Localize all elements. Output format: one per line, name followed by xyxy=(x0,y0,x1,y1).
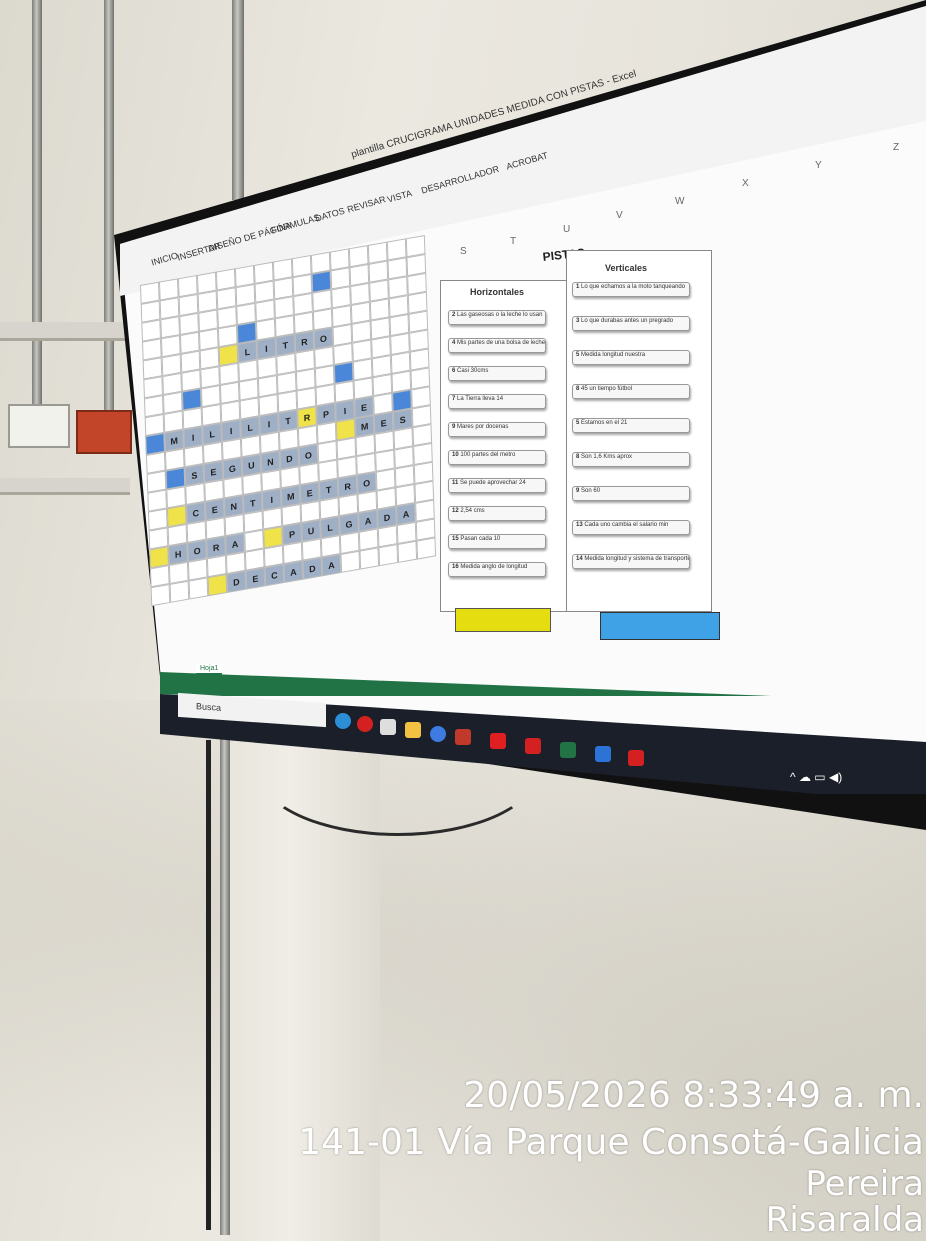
clue-text: Medida anglo de longitud xyxy=(460,564,528,570)
file-explorer-icon[interactable] xyxy=(405,722,421,738)
column-header[interactable]: T xyxy=(510,236,516,247)
column-header[interactable]: X xyxy=(742,178,749,189)
metal-shelf xyxy=(0,478,130,495)
grid-cell[interactable] xyxy=(207,573,228,597)
conduit-pipe xyxy=(220,735,230,1235)
grid-cell[interactable] xyxy=(188,577,209,600)
grid-cell[interactable]: E xyxy=(245,567,266,590)
grid-cell[interactable] xyxy=(169,580,190,603)
metal-shelf xyxy=(0,322,130,341)
horizontal-clue: 7 La Tierra lleva 14 xyxy=(448,394,546,409)
timestamp-text: 20/05/2026 8:33:49 a. m. xyxy=(463,1075,924,1116)
horizontal-clue: 9 Mares por docenas xyxy=(448,422,546,437)
horizontal-clue: 10 100 partes del metro xyxy=(448,450,546,465)
column-header[interactable]: Y xyxy=(815,160,822,171)
clue-text: Cada uno cambia el salario min xyxy=(584,522,669,528)
column-header[interactable]: W xyxy=(675,196,684,207)
chrome-icon[interactable] xyxy=(430,726,446,742)
vertical-clue: 5 Medida longitud nuestra xyxy=(572,350,690,365)
vertical-clue: 14 Medida longitud y sistema de transpor… xyxy=(572,554,690,569)
vertical-clue: 9 Son 60 xyxy=(572,486,690,501)
photos-icon[interactable] xyxy=(595,746,611,762)
sheet-tab-hoja1[interactable]: Hoja1 xyxy=(196,664,223,675)
clue-text: La Tierra lleva 14 xyxy=(457,396,504,402)
electrical-box xyxy=(8,404,70,448)
grid-cell[interactable]: C xyxy=(264,564,285,587)
acrobat-icon[interactable] xyxy=(525,738,541,754)
calculator-icon[interactable] xyxy=(380,719,396,735)
clue-number: 11 xyxy=(452,480,461,486)
horizontales-title: Horizontales xyxy=(470,287,525,297)
clue-text: Lo que echamos a la moto tanqueando xyxy=(581,284,686,290)
grid-cell[interactable] xyxy=(340,550,361,573)
horizontal-clue: 15 Pasan cada 10 xyxy=(448,534,546,549)
acrobat-icon[interactable] xyxy=(628,750,644,766)
conduit-pipe xyxy=(104,0,114,410)
horizontal-clue: 4 Mis partes de una bolsa de leche xyxy=(448,338,546,353)
app-icon[interactable] xyxy=(455,729,471,745)
vertical-clue: 8 Son 1,6 Kms aprox xyxy=(572,452,690,467)
red-electrical-box xyxy=(76,410,132,454)
column-header[interactable]: Z xyxy=(893,142,899,153)
clue-text: Mares por docenas xyxy=(457,424,509,430)
city-text: Pereira xyxy=(805,1164,924,1204)
crossword-grid: LITROMILILITRPIEMESSEGUNDOCENTIMETROHORA… xyxy=(140,232,452,643)
horizontal-clue: 11 Se puede aprovechar 24 xyxy=(448,478,546,493)
clue-text: Se puede aprovechar 24 xyxy=(460,480,526,486)
vertical-clue: 8 45 un tiempo fútbol xyxy=(572,384,690,399)
horizontal-clue: 12 2,54 cms xyxy=(448,506,546,521)
system-tray[interactable]: ^ ☁ ▭ ◀) xyxy=(790,770,842,784)
grid-cell[interactable]: A xyxy=(321,554,342,577)
region-text: Risaralda xyxy=(765,1200,924,1240)
clue-text: Lo que durabas antes un pregrado xyxy=(581,318,674,324)
black-cable xyxy=(206,740,211,1230)
yellow-answer-box xyxy=(455,608,551,632)
clue-text: Son 1,6 Kms aprox xyxy=(581,454,633,460)
horizontal-clue: 6 Casi 30cms xyxy=(448,366,546,381)
clue-text: Son 60 xyxy=(581,488,601,494)
horizontal-clue: 16 Medida anglo de longitud xyxy=(448,562,546,577)
vertical-clue: 13 Cada uno cambia el salario min xyxy=(572,520,690,535)
clue-text: Pasan cada 10 xyxy=(460,536,501,542)
conduit-pipe xyxy=(232,0,244,200)
excel-icon[interactable] xyxy=(560,742,576,758)
edge-icon[interactable] xyxy=(335,713,351,729)
vertical-clue: 3 Lo que durabas antes un pregrado xyxy=(572,316,690,331)
grid-cell[interactable] xyxy=(378,544,399,567)
grid-cell[interactable]: D xyxy=(302,557,323,580)
opera-icon[interactable] xyxy=(357,716,373,732)
youtube-icon[interactable] xyxy=(490,733,506,749)
clue-text: Medida longitud y sistema de transporte xyxy=(584,556,690,562)
clue-text: Las gaseosas o la leche lo usan xyxy=(457,312,543,318)
grid-cell[interactable]: D xyxy=(226,570,247,593)
column-header[interactable]: V xyxy=(616,210,623,221)
grid-cell[interactable] xyxy=(416,537,437,560)
vertical-clue: 1 Lo que echamos a la moto tanqueando xyxy=(572,282,690,297)
grid-cell[interactable]: A xyxy=(283,560,304,583)
vertical-clue: 5 Estamos en el 21 xyxy=(572,418,690,433)
clue-text: Estamos en el 21 xyxy=(581,420,628,426)
grid-cell[interactable] xyxy=(359,547,380,570)
column-header[interactable]: U xyxy=(563,224,570,235)
blue-answer-box xyxy=(600,612,720,640)
grid-cell[interactable] xyxy=(150,583,171,607)
clue-text: 100 partes del metro xyxy=(460,452,516,458)
address-text: 141-01 Vía Parque Consotá-Galicia xyxy=(298,1122,924,1163)
horizontal-clue: 2 Las gaseosas o la leche lo usan xyxy=(448,310,546,325)
clue-text: 2,54 cms xyxy=(460,508,485,514)
conduit-pipe xyxy=(32,0,42,410)
clue-text: Casi 30cms xyxy=(457,368,489,374)
clue-text: Medida longitud nuestra xyxy=(581,352,646,358)
column-header[interactable]: S xyxy=(460,246,467,257)
clue-text: Mis partes de una bolsa de leche xyxy=(457,340,546,346)
verticales-title: Verticales xyxy=(605,263,648,273)
clue-text: 45 un tiempo fútbol xyxy=(581,386,633,392)
grid-cell[interactable] xyxy=(397,540,418,563)
